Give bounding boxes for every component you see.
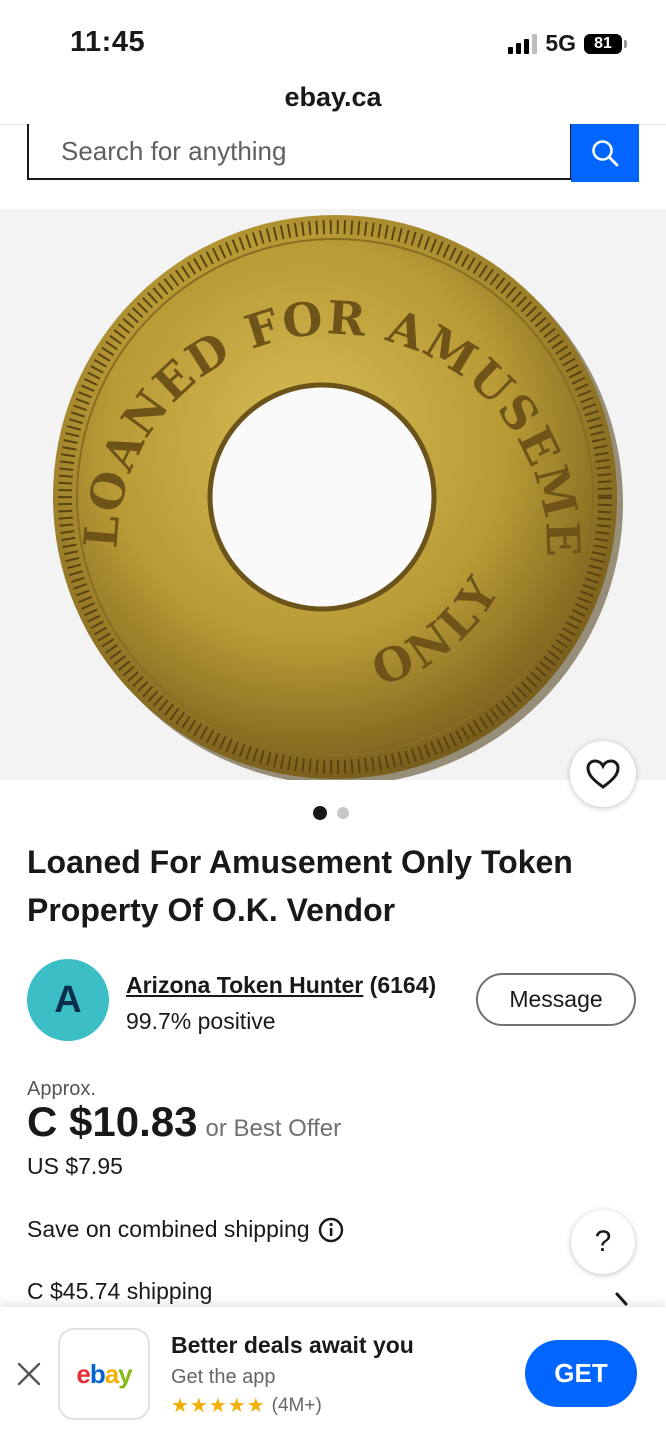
battery-level: 81 (594, 34, 612, 52)
seller-positive-feedback: 99.7% positive (126, 1008, 276, 1034)
logo-letter: e (76, 1358, 91, 1389)
ebay-app-logo: e b a y (58, 1328, 150, 1420)
token-image: LOANED FOR AMUSEMENT ONLY (0, 209, 623, 780)
seller-feedback-count: (6164) (369, 972, 437, 998)
price-amount: C $10.83 (27, 1098, 198, 1145)
message-seller-button[interactable]: Message (476, 973, 636, 1026)
info-icon[interactable] (318, 1217, 344, 1243)
watchlist-button[interactable] (570, 741, 636, 807)
search-icon (592, 140, 619, 167)
best-offer-label: or Best Offer (205, 1115, 342, 1142)
search-button[interactable] (571, 124, 639, 182)
status-indicators: 5G 81 (508, 30, 627, 57)
star-rating-icon: ★★★★★ (171, 1395, 266, 1417)
seller-avatar[interactable]: A (27, 959, 109, 1041)
banner-subtitle: Get the app (171, 1366, 276, 1388)
close-icon[interactable] (15, 1360, 43, 1388)
chevron-right-icon[interactable] (614, 1292, 630, 1306)
logo-letter: b (89, 1358, 106, 1389)
image-pagination (313, 806, 349, 820)
rating-count: (4M+) (271, 1394, 322, 1416)
logo-letter: y (118, 1358, 133, 1389)
banner-title: Better deals await you (171, 1332, 414, 1358)
heart-icon (586, 759, 620, 789)
search-box[interactable] (27, 124, 572, 180)
app-rating: ★★★★★ (4M+) (171, 1393, 322, 1418)
product-image[interactable]: LOANED FOR AMUSEMENT ONLY (0, 209, 666, 780)
combined-shipping-label: Save on combined shipping (27, 1216, 310, 1242)
seller-name-link[interactable]: Arizona Token Hunter (126, 972, 363, 998)
network-label: 5G (545, 30, 576, 56)
get-app-button[interactable]: GET (525, 1340, 637, 1407)
help-button[interactable]: ? (571, 1210, 635, 1274)
pagination-dot[interactable] (337, 807, 349, 819)
battery-icon: 81 (584, 33, 627, 54)
seller-info: Arizona Token Hunter (6164) (126, 972, 436, 999)
status-time: 11:45 (70, 26, 146, 58)
product-title: Loaned For Amusement Only Token Property… (27, 844, 573, 928)
shipping-cost: C $45.74 shipping (27, 1278, 213, 1304)
search-input[interactable] (59, 130, 563, 172)
price-line: C $10.83 or Best Offer (27, 1098, 341, 1146)
price-usd: US $7.95 (27, 1153, 123, 1179)
combined-shipping[interactable]: Save on combined shipping (27, 1216, 344, 1243)
logo-letter: a (104, 1358, 120, 1389)
signal-icon (508, 33, 538, 54)
address-bar-url[interactable]: ebay.ca (0, 82, 666, 113)
pagination-dot-active[interactable] (313, 806, 327, 820)
